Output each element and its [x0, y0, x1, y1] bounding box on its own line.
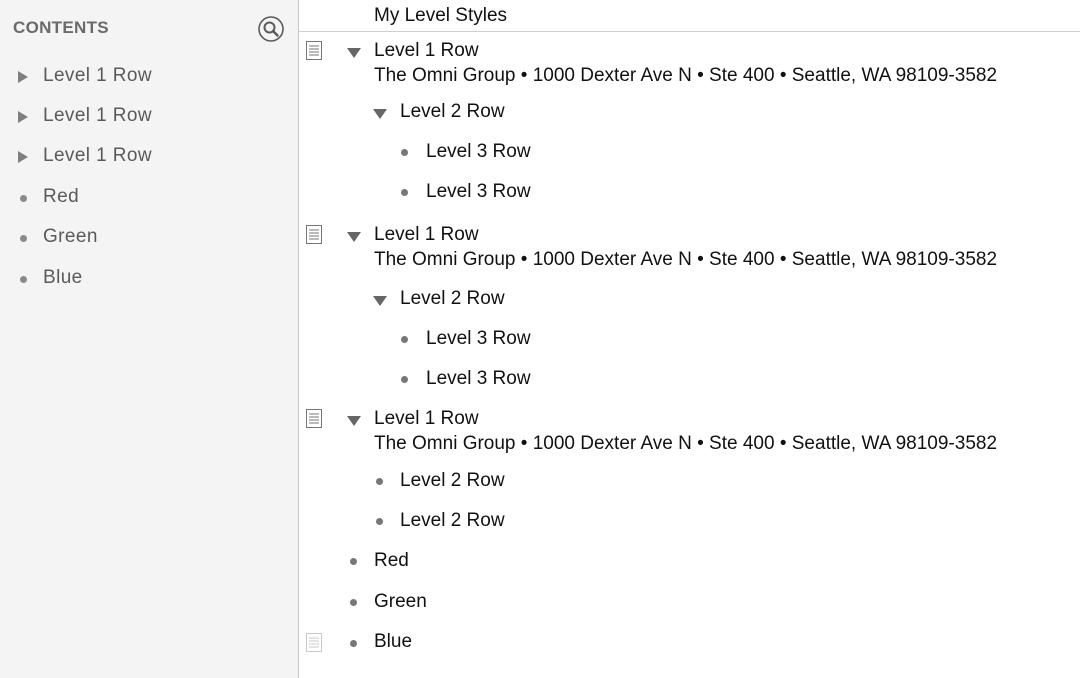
bullet-icon [401, 376, 408, 383]
row-level3[interactable]: Level 3 Row [426, 181, 531, 203]
sidebar-header: CONTENTS [13, 18, 109, 37]
note-icon[interactable] [306, 633, 322, 652]
disclosure-down-icon[interactable] [347, 232, 361, 242]
note-icon[interactable] [306, 41, 322, 60]
bullet-icon [401, 189, 408, 196]
bullet-icon [350, 558, 357, 565]
row-level1[interactable]: Level 1 Row [374, 408, 479, 430]
bullet-icon [350, 599, 357, 606]
row-level3[interactable]: Level 3 Row [426, 141, 531, 163]
sidebar-item-label: Red [43, 186, 80, 207]
sidebar-item-label: Green [43, 226, 98, 247]
bullet-icon [376, 518, 383, 525]
outline-editor[interactable]: My Level Styles Level 1 Row The Omni Gro… [299, 0, 1080, 678]
row-level1[interactable]: Level 1 Row [374, 224, 479, 246]
disclosure-down-icon[interactable] [347, 48, 361, 58]
row-note[interactable]: The Omni Group • 1000 Dexter Ave N • Ste… [374, 249, 997, 271]
bullet-icon [20, 276, 27, 283]
row-level2[interactable]: Level 2 Row [400, 288, 505, 310]
disclosure-right-icon[interactable] [18, 151, 30, 163]
disclosure-down-icon[interactable] [373, 109, 387, 119]
contents-sidebar: CONTENTS Level 1 Row Level 1 Row Level 1… [0, 0, 299, 678]
row-note[interactable]: The Omni Group • 1000 Dexter Ave N • Ste… [374, 433, 997, 455]
note-icon[interactable] [306, 225, 322, 244]
row-level3[interactable]: Level 3 Row [426, 368, 531, 390]
row-green[interactable]: Green [374, 591, 427, 613]
note-icon[interactable] [306, 409, 322, 428]
disclosure-down-icon[interactable] [347, 416, 361, 426]
bullet-icon [20, 235, 27, 242]
column-divider [299, 31, 1080, 32]
sidebar-item-blue[interactable]: Blue [0, 264, 298, 294]
row-level2[interactable]: Level 2 Row [400, 510, 505, 532]
bullet-icon [401, 149, 408, 156]
sidebar-item-level1-b[interactable]: Level 1 Row [0, 102, 298, 132]
sidebar-item-level1-a[interactable]: Level 1 Row [0, 62, 298, 92]
sidebar-item-label: Level 1 Row [43, 105, 152, 126]
disclosure-right-icon[interactable] [18, 111, 30, 123]
sidebar-item-red[interactable]: Red [0, 183, 298, 213]
sidebar-item-green[interactable]: Green [0, 223, 298, 253]
sidebar-item-level1-c[interactable]: Level 1 Row [0, 142, 298, 172]
column-title[interactable]: My Level Styles [374, 5, 507, 27]
sidebar-item-label: Level 1 Row [43, 65, 152, 86]
row-level3[interactable]: Level 3 Row [426, 328, 531, 350]
search-icon[interactable] [258, 16, 284, 42]
sidebar-item-label: Blue [43, 267, 83, 288]
bullet-icon [401, 336, 408, 343]
sidebar-item-label: Level 1 Row [43, 145, 152, 166]
bullet-icon [20, 195, 27, 202]
bullet-icon [376, 478, 383, 485]
row-red[interactable]: Red [374, 550, 409, 572]
bullet-icon [350, 640, 357, 647]
row-blue[interactable]: Blue [374, 631, 412, 653]
disclosure-down-icon[interactable] [373, 296, 387, 306]
row-level2[interactable]: Level 2 Row [400, 470, 505, 492]
disclosure-right-icon[interactable] [18, 71, 30, 83]
row-level1[interactable]: Level 1 Row [374, 40, 479, 62]
row-level2[interactable]: Level 2 Row [400, 101, 505, 123]
row-note[interactable]: The Omni Group • 1000 Dexter Ave N • Ste… [374, 65, 997, 87]
